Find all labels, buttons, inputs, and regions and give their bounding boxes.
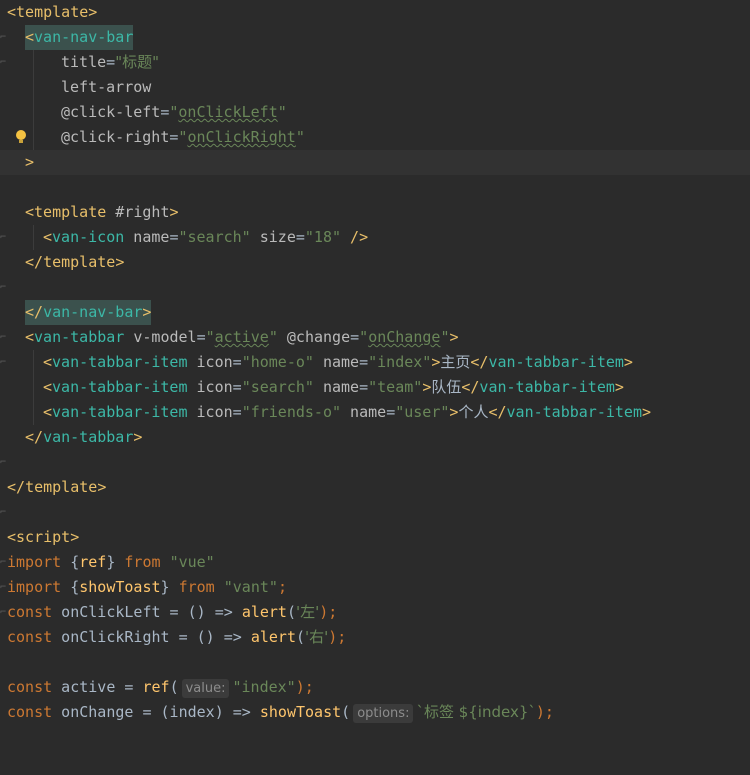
code-line[interactable]: <van-tabbar-item icon="friends-o" name="… bbox=[0, 400, 750, 425]
parameter-hint: value: bbox=[181, 679, 230, 698]
code-line[interactable]: <van-icon name="search" size="18" /> bbox=[0, 225, 750, 250]
code-line[interactable]: const onClickRight = () => alert('右'); bbox=[0, 625, 750, 650]
line-content: title="标题" bbox=[61, 53, 159, 71]
code-line[interactable]: ⌐ </van-tabbar> bbox=[0, 425, 750, 468]
code-line[interactable]: <van-tabbar-item icon="search" name="tea… bbox=[0, 375, 750, 400]
code-line[interactable]: ⌐ <template #right> bbox=[0, 200, 750, 243]
line-content: </van-nav-bar> bbox=[25, 300, 152, 325]
line-content: const onClickLeft = () => alert('左'); bbox=[7, 603, 338, 621]
fold-marker-icon[interactable]: ⌐ bbox=[0, 500, 6, 525]
code-line[interactable]: const onChange = (index) => showToast(op… bbox=[0, 700, 750, 725]
code-line[interactable]: const active = ref(value: "index"); bbox=[0, 675, 750, 700]
code-line[interactable]: ⌐ <van-tabbar v-model="active" @change="… bbox=[0, 325, 750, 368]
line-content: import {ref} from "vue" bbox=[7, 553, 215, 571]
line-content: @click-right="onClickRight" bbox=[61, 128, 305, 146]
lightbulb-icon[interactable] bbox=[16, 130, 26, 143]
line-content: const onClickRight = () => alert('右'); bbox=[7, 628, 347, 646]
line-content: <van-tabbar v-model="active" @change="on… bbox=[25, 328, 459, 346]
line-content: const active = ref(value: "index"); bbox=[7, 678, 314, 698]
code-line-current[interactable]: > bbox=[0, 150, 750, 175]
line-content: <template #right> bbox=[25, 203, 179, 221]
code-line[interactable]: ⌐ <script> bbox=[0, 525, 750, 568]
code-line[interactable]: ⌐ </template> bbox=[0, 475, 750, 518]
code-line[interactable]: ⌐ <van-nav-bar bbox=[0, 25, 750, 68]
code-line[interactable]: @click-right="onClickRight" bbox=[0, 125, 750, 150]
code-line[interactable]: @click-left="onClickLeft" bbox=[0, 100, 750, 125]
code-line[interactable]: ⌐ <template> bbox=[0, 0, 750, 43]
line-content: <van-tabbar-item icon="home-o" name="ind… bbox=[43, 353, 633, 371]
code-line[interactable]: title="标题" bbox=[0, 50, 750, 75]
line-content: const onChange = (index) => showToast(op… bbox=[7, 703, 554, 723]
code-line[interactable]: const onClickLeft = () => alert('左'); bbox=[0, 600, 750, 625]
line-content: <van-tabbar-item icon="search" name="tea… bbox=[43, 378, 624, 396]
parameter-hint: options: bbox=[353, 704, 414, 723]
code-line[interactable]: ⌐ import {showToast} from "vant"; bbox=[0, 575, 750, 618]
code-line[interactable]: left-arrow bbox=[0, 75, 750, 100]
line-content: </van-tabbar> bbox=[25, 428, 143, 446]
line-content: left-arrow bbox=[61, 78, 152, 96]
line-content: </template> bbox=[7, 478, 107, 496]
line-content: import {showToast} from "vant"; bbox=[7, 578, 287, 596]
code-editor[interactable]: ⌐ <template> ⌐ <van-nav-bar title="标题" l… bbox=[0, 0, 750, 737]
line-content: <van-nav-bar bbox=[25, 25, 134, 50]
line-content: <template> bbox=[7, 3, 98, 21]
line-content: </template> bbox=[25, 253, 125, 271]
line-content: <van-icon name="search" size="18" /> bbox=[43, 228, 369, 246]
line-content: @click-left="onClickLeft" bbox=[61, 103, 287, 121]
code-line[interactable]: ⌐ </van-nav-bar> bbox=[0, 300, 750, 343]
fold-marker-icon[interactable]: ⌐ bbox=[0, 450, 6, 475]
code-line[interactable]: <van-tabbar-item icon="home-o" name="ind… bbox=[0, 350, 750, 375]
line-content: <script> bbox=[7, 528, 80, 546]
code-line[interactable]: ⌐ </template> bbox=[0, 250, 750, 293]
code-line[interactable]: ⌐ import {ref} from "vue" bbox=[0, 550, 750, 593]
fold-marker-icon[interactable]: ⌐ bbox=[0, 275, 6, 300]
line-content: <van-tabbar-item icon="friends-o" name="… bbox=[43, 403, 652, 421]
line-content: > bbox=[25, 153, 35, 171]
